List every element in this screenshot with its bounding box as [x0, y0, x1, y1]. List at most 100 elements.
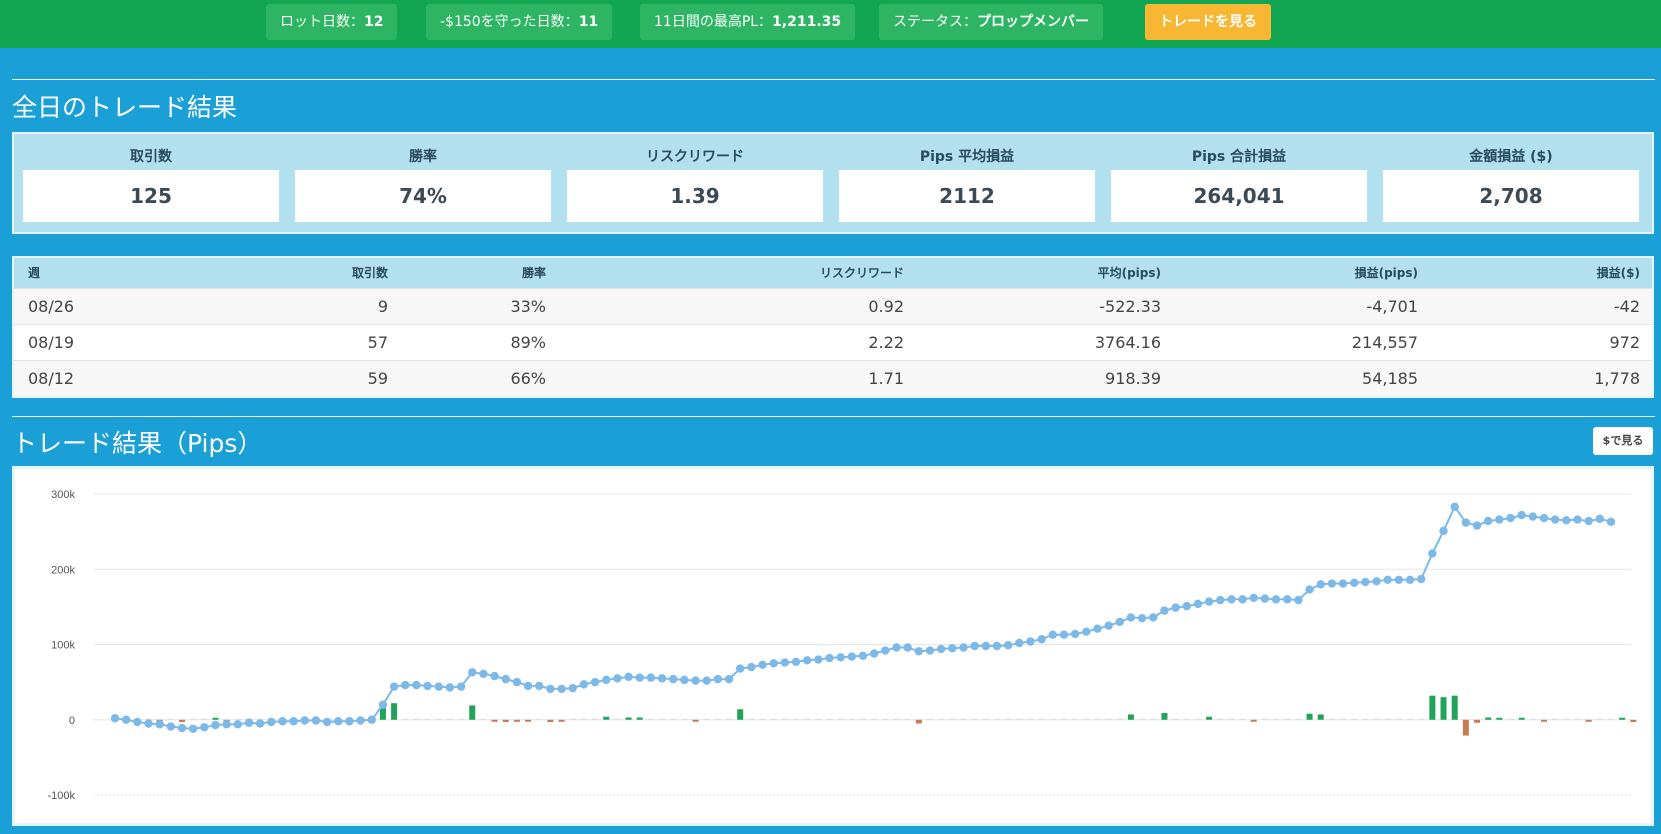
line-point [1595, 514, 1605, 524]
pl-bar [1462, 719, 1469, 736]
line-point [903, 643, 912, 652]
pl-bar [815, 718, 822, 720]
line-point [546, 684, 555, 694]
view-trades-button[interactable]: トレードを見る [1145, 4, 1271, 40]
line-point [1115, 617, 1124, 627]
lot-days-value: 12 [364, 14, 384, 30]
y-tick-label: 200k [51, 564, 75, 576]
stat-label: リスクリワード [646, 149, 744, 165]
line-point [602, 675, 611, 685]
line-point [836, 653, 845, 662]
line-point [1149, 613, 1158, 622]
line-point [568, 683, 577, 693]
pl-bar [1194, 718, 1201, 720]
line-point [881, 646, 890, 655]
pl-bar [737, 709, 744, 720]
line-point [1350, 578, 1359, 587]
line-point [992, 641, 1002, 651]
pips-chart-panel: 300k 200k 100k 0 -100k [12, 466, 1654, 826]
line-point [367, 715, 376, 724]
line-point [1383, 575, 1392, 584]
line-point [802, 656, 812, 665]
pl-bar [971, 718, 978, 720]
line-point [1216, 595, 1225, 605]
line-point [378, 700, 388, 709]
line-point [1405, 575, 1415, 584]
line-point [1271, 595, 1281, 604]
stat-trades: 取引数 125 [23, 134, 279, 232]
line-point [590, 677, 600, 687]
pl-bar [926, 718, 933, 720]
pl-bar [1094, 718, 1101, 720]
pl-bar [212, 717, 219, 720]
line-point [401, 680, 410, 690]
cell-avg-pips: 918.39 [1105, 369, 1161, 388]
pl-bar [714, 718, 721, 720]
line-point [1026, 637, 1035, 646]
line-point [1472, 521, 1482, 530]
table-row: 08/12 59 66% 1.71 918.39 54,185 1,778 [14, 360, 1652, 396]
stat-label: Pips 平均損益 [919, 149, 1015, 165]
pl-bar [1183, 718, 1190, 720]
pl-bar [871, 718, 878, 720]
pl-bar [424, 718, 431, 720]
line-point [1528, 512, 1538, 521]
pips-chart: 300k 200k 100k 0 -100k [47, 489, 1637, 802]
line-point [1562, 516, 1571, 525]
line-point [1584, 516, 1593, 526]
cell-pl-dollar: -42 [1613, 297, 1640, 316]
line-point [188, 724, 198, 733]
pl-bar [558, 719, 565, 722]
line-point [702, 676, 711, 685]
line-point [646, 673, 656, 682]
line-point [635, 673, 644, 682]
line-point [1204, 597, 1214, 606]
stat-label: Pips 合計損益 [1191, 149, 1287, 165]
table-header: 週 取引数 勝率 リスクリワード 平均(pips) 損益(pips) 損益($) [14, 258, 1652, 288]
y-tick-label: 100k [51, 640, 75, 652]
line-point [959, 643, 968, 652]
cell-pl-dollar: 1,778 [1594, 369, 1640, 388]
pl-bar [904, 718, 911, 720]
pl-bar [659, 718, 666, 720]
line-point [758, 660, 767, 670]
view-dollar-button[interactable]: $で見る [1593, 427, 1653, 455]
stat-pips-average: Pips 平均損益 2112 [839, 134, 1095, 232]
line-point [434, 682, 443, 691]
pl-bar [1005, 718, 1012, 720]
pl-bar [491, 719, 498, 722]
pl-bar [949, 718, 956, 720]
line-point [1104, 621, 1113, 630]
pl-bar [1340, 718, 1347, 720]
cell-win-rate: 66% [510, 369, 546, 388]
pl-bar [536, 718, 543, 720]
cell-risk-reward: 1.71 [868, 369, 904, 388]
pl-bar [1284, 718, 1291, 720]
cell-risk-reward: 2.22 [868, 333, 904, 352]
line-point [1506, 513, 1515, 523]
cell-trades: 9 [377, 297, 388, 316]
line-point [669, 674, 678, 684]
cell-trades: 57 [367, 333, 388, 352]
line-point [535, 681, 544, 691]
stat-risk-reward: リスクリワード 1.39 [567, 134, 823, 232]
line-point [747, 662, 756, 672]
line-point [468, 668, 477, 677]
stat-pips-total: Pips 合計損益 264,041 [1111, 134, 1367, 232]
line-point [847, 652, 857, 661]
line-point [1327, 579, 1337, 588]
y-tick-label: 0 [69, 715, 75, 727]
pl-bar [1395, 718, 1402, 720]
line-point [970, 641, 979, 651]
section-divider [12, 416, 1655, 417]
pl-bar [1072, 718, 1079, 720]
stat-value: 1.39 [567, 170, 823, 222]
line-point [791, 657, 801, 667]
line-point [657, 674, 667, 683]
summary-title: 全日のトレード結果 [12, 93, 238, 122]
line-point [713, 674, 723, 684]
status-value: プロップメンバー [977, 14, 1089, 30]
line-point [1160, 606, 1169, 615]
pl-bar [882, 718, 889, 720]
pl-bar [446, 718, 453, 720]
